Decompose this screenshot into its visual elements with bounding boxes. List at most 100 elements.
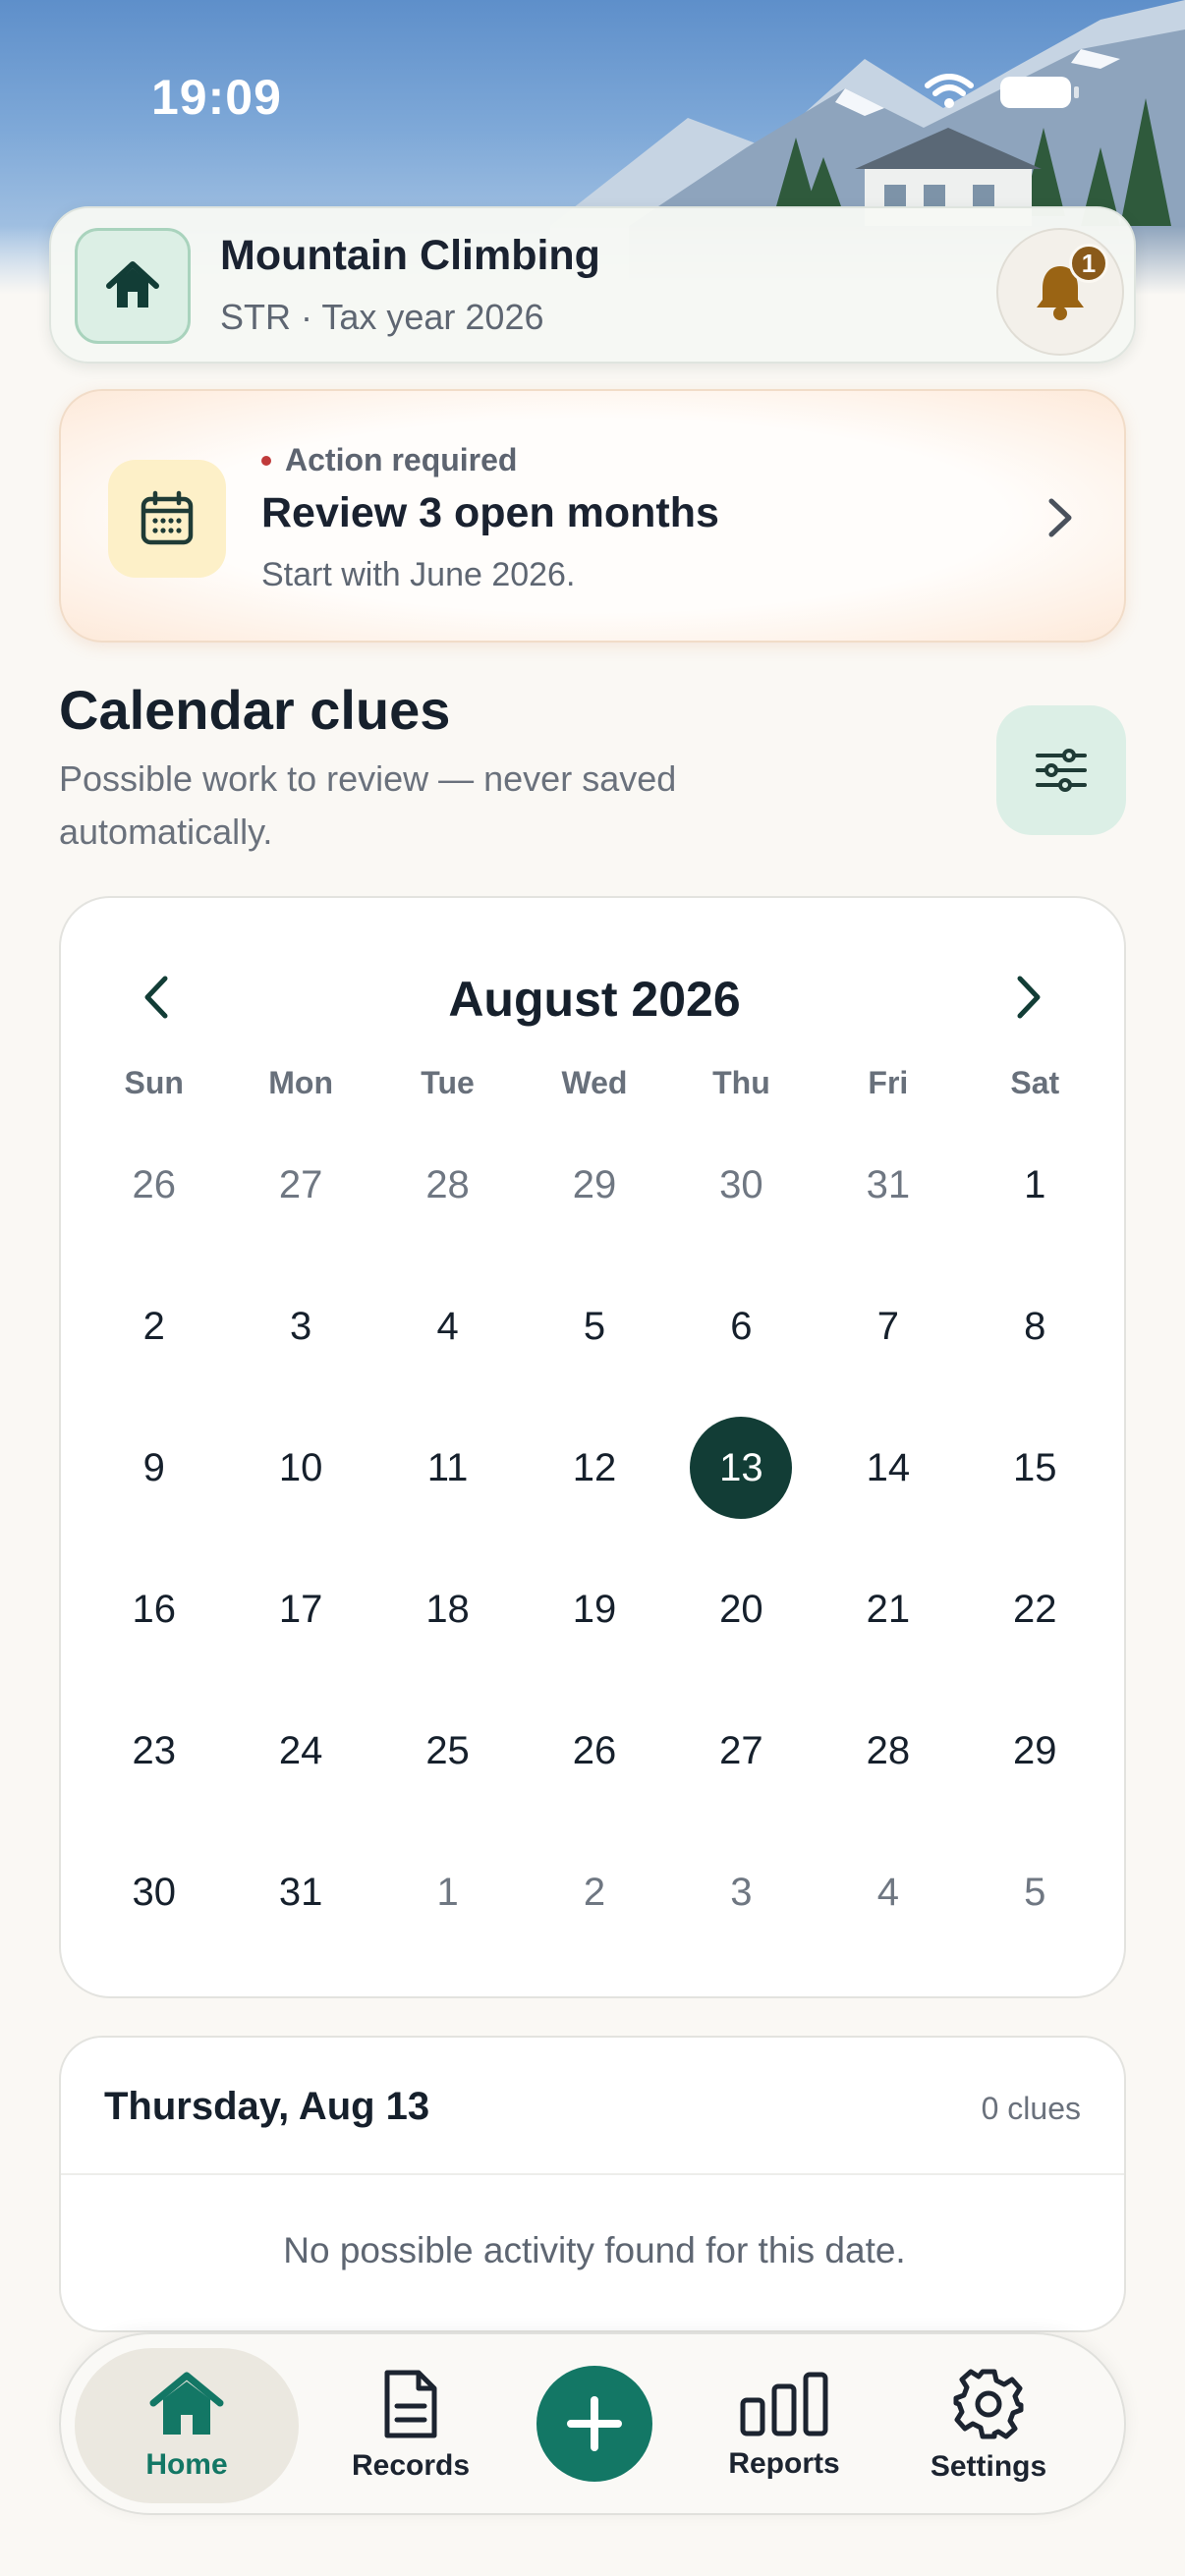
calendar-day[interactable]: 7 — [815, 1256, 961, 1397]
calendar-day-number: 5 — [583, 1304, 606, 1348]
calendar-day-number: 20 — [719, 1587, 763, 1631]
calendar-day[interactable]: 11 — [374, 1397, 521, 1539]
status-icons — [924, 73, 1081, 112]
calendar-day[interactable]: 26 — [81, 1114, 227, 1256]
calendar-day-number: 1 — [1024, 1162, 1046, 1206]
tab-home[interactable]: Home — [75, 2348, 299, 2503]
calendar-day[interactable]: 23 — [81, 1680, 227, 1821]
calendar-day-number: 13 — [690, 1417, 793, 1519]
calendar-day-number: 3 — [290, 1304, 312, 1348]
calendar-day[interactable]: 2 — [521, 1821, 667, 1963]
calendar-day[interactable]: 5 — [962, 1821, 1108, 1963]
calendar-day[interactable]: 3 — [227, 1256, 373, 1397]
calendar-day[interactable]: 30 — [81, 1821, 227, 1963]
calendar-day-number: 14 — [866, 1445, 911, 1489]
gear-icon — [953, 2369, 1024, 2439]
status-bar: 19:09 — [0, 0, 1185, 187]
alert-dot — [261, 455, 271, 466]
calendar-day[interactable]: 24 — [227, 1680, 373, 1821]
calendar-day-number: 25 — [425, 1728, 470, 1772]
tab-reports[interactable]: Reports — [696, 2348, 873, 2503]
calendar-day[interactable]: 31 — [815, 1114, 961, 1256]
add-button[interactable] — [536, 2366, 652, 2482]
calendar-day-number: 31 — [278, 1870, 323, 1914]
calendar-day-number: 1 — [436, 1870, 459, 1914]
calendar-day-number: 6 — [730, 1304, 753, 1348]
calendar-day[interactable]: 4 — [815, 1821, 961, 1963]
calendar-day-number: 8 — [1024, 1304, 1046, 1348]
filter-sliders-icon — [1036, 749, 1087, 792]
calendar-day[interactable]: 26 — [521, 1680, 667, 1821]
calendar-day[interactable]: 12 — [521, 1397, 667, 1539]
action-subtitle: Start with June 2026. — [261, 556, 576, 593]
calendar-day-number: 31 — [866, 1162, 911, 1206]
action-kicker-label: Action required — [285, 442, 518, 477]
calendar-day[interactable]: 9 — [81, 1397, 227, 1539]
calendar-day-number: 9 — [142, 1445, 165, 1489]
tab-settings-label: Settings — [930, 2450, 1047, 2483]
notifications-button[interactable]: 1 — [996, 228, 1124, 356]
calendar-day[interactable]: 16 — [81, 1539, 227, 1680]
tab-records[interactable]: Records — [322, 2348, 499, 2503]
calendar-day[interactable]: 14 — [815, 1397, 961, 1539]
action-required-card[interactable]: Action required Review 3 open months Sta… — [59, 389, 1126, 643]
weekday-label: Mon — [268, 1065, 333, 1100]
property-name: Mountain Climbing — [220, 232, 600, 279]
plus-icon — [567, 2396, 622, 2451]
property-header-card[interactable]: Mountain Climbing STR · Tax year 2026 1 — [49, 206, 1136, 364]
calendar-day[interactable]: 5 — [521, 1256, 667, 1397]
filter-button[interactable] — [996, 705, 1126, 835]
calendar-day[interactable]: 30 — [668, 1114, 815, 1256]
calendar-day-number: 23 — [132, 1728, 176, 1772]
calendar-day-number: 11 — [426, 1445, 469, 1489]
calendar-day[interactable]: 2 — [81, 1256, 227, 1397]
notification-badge: 1 — [1069, 244, 1108, 283]
calendar-day[interactable]: 27 — [227, 1114, 373, 1256]
calendar-day[interactable]: 1 — [962, 1114, 1108, 1256]
tab-settings[interactable]: Settings — [900, 2348, 1077, 2503]
calendar-day-number: 22 — [1013, 1587, 1057, 1631]
weekday-label: Fri — [868, 1065, 909, 1100]
calendar-day[interactable]: 8 — [962, 1256, 1108, 1397]
next-month-button[interactable] — [1010, 973, 1045, 1022]
calendar-day[interactable]: 21 — [815, 1539, 961, 1680]
calendar-days-grid: 26 27 28 29 30 31 1 2 3 4 5 6 7 8 9 10 11 12 13 14 15 16 17 18 1… — [81, 1114, 1108, 1963]
weekday-header: Sun Mon Tue Wed Thu Fri Sat — [81, 1065, 1108, 1101]
calendar-day[interactable]: 31 — [227, 1821, 373, 1963]
calendar-day[interactable]: 1 — [374, 1821, 521, 1963]
calendar-day[interactable]: 29 — [521, 1114, 667, 1256]
calendar-day[interactable]: 28 — [374, 1114, 521, 1256]
calendar-day[interactable]: 29 — [962, 1680, 1108, 1821]
calendar-day[interactable]: 22 — [962, 1539, 1108, 1680]
calendar-day[interactable]: 15 — [962, 1397, 1108, 1539]
calendar-day-number: 27 — [719, 1728, 763, 1772]
calendar-day-number: 7 — [876, 1304, 899, 1348]
calendar-day-number: 30 — [132, 1870, 176, 1914]
calendar-day[interactable]: 19 — [521, 1539, 667, 1680]
calendar-day[interactable]: 4 — [374, 1256, 521, 1397]
calendar-day[interactable]: 20 — [668, 1539, 815, 1680]
calendar-day[interactable]: 10 — [227, 1397, 373, 1539]
calendar-day[interactable]: 18 — [374, 1539, 521, 1680]
calendar-icon-box — [108, 460, 226, 578]
calendar-day[interactable]: 17 — [227, 1539, 373, 1680]
section-subtitle: Possible work to review — never saved au… — [59, 758, 677, 852]
chevron-right-icon — [1048, 498, 1072, 537]
calendar-day-number: 26 — [132, 1162, 176, 1206]
tab-reports-label: Reports — [728, 2447, 840, 2480]
calendar-day[interactable]: 3 — [668, 1821, 815, 1963]
empty-state-message: No possible activity found for this date… — [283, 2230, 906, 2270]
battery-icon — [1000, 77, 1079, 108]
calendar-icon — [141, 490, 194, 545]
calendar-month-label: August 2026 — [448, 972, 741, 1027]
calendar-day-number: 17 — [278, 1587, 323, 1631]
calendar-day-selected[interactable]: 13 — [668, 1397, 815, 1539]
calendar-day-number: 29 — [1013, 1728, 1057, 1772]
calendar-day[interactable]: 6 — [668, 1256, 815, 1397]
calendar-day[interactable]: 25 — [374, 1680, 521, 1821]
calendar-day[interactable]: 28 — [815, 1680, 961, 1821]
calendar-day[interactable]: 27 — [668, 1680, 815, 1821]
clue-count: 0 clues — [981, 2091, 1081, 2126]
status-time: 19:09 — [151, 70, 282, 125]
weekday-label: Sat — [1010, 1065, 1060, 1100]
